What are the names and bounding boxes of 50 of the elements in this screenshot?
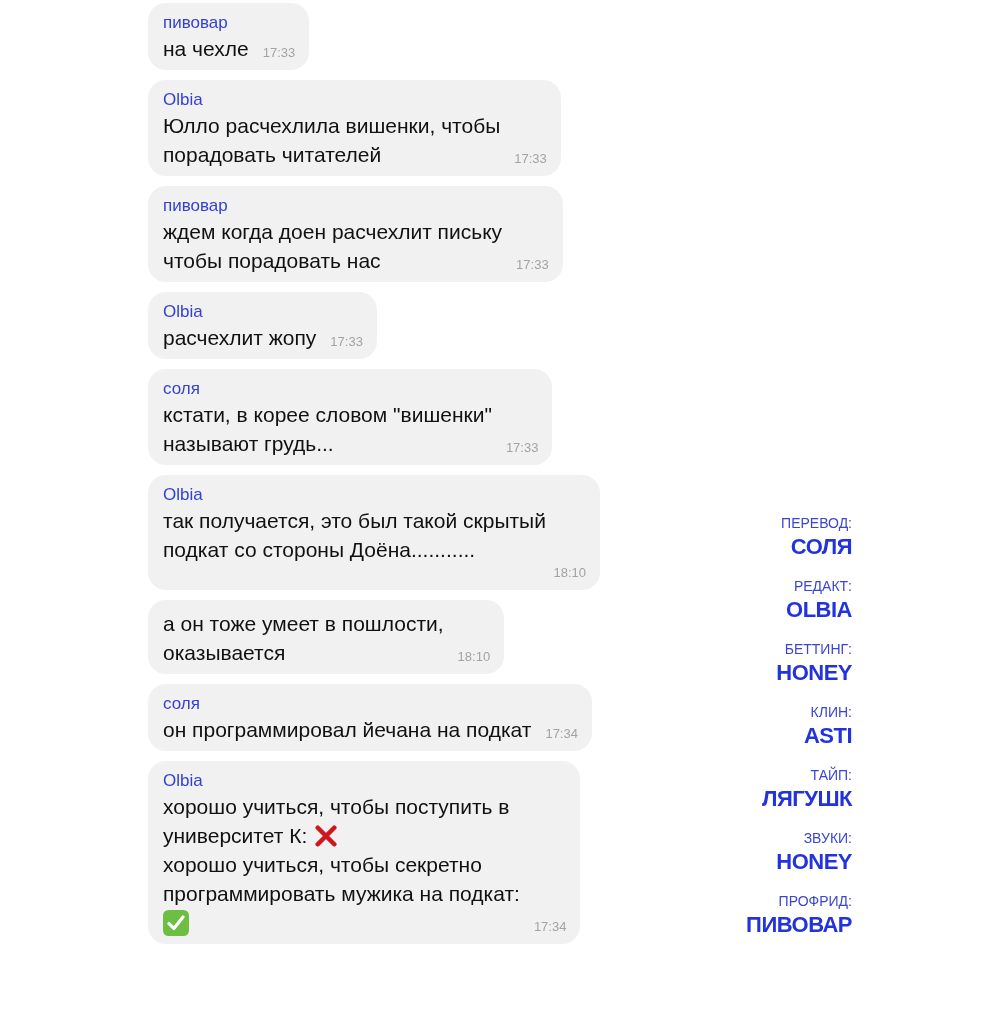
message-text: программировать мужика на подкат: xyxy=(163,881,520,907)
credit-role: КЛИН: xyxy=(810,703,852,722)
credit-role: ПРОФРИД: xyxy=(778,892,852,911)
message-time: 18:10 xyxy=(456,648,491,666)
sender-name: пивовар xyxy=(163,12,229,34)
message-text: а он тоже умеет в пошлости, xyxy=(163,611,444,637)
credit-name: ASTI xyxy=(803,722,852,750)
message-text: порадовать читателей xyxy=(163,142,382,168)
sender-name: соля xyxy=(163,693,201,715)
message-time: 18:10 xyxy=(552,564,586,582)
credit-name: OLBIA xyxy=(786,596,852,624)
credit-role: ПЕРЕВОД: xyxy=(781,514,852,533)
credit-role: ТАЙП: xyxy=(810,765,852,785)
message-time: 17:34 xyxy=(544,725,578,743)
sender-name: Olbia xyxy=(163,89,204,111)
message-text: называют грудь... xyxy=(163,431,334,457)
cross-icon xyxy=(315,824,338,847)
sender-name: пивовар xyxy=(163,195,229,217)
message-text: университет К: xyxy=(163,823,308,849)
message-time: 17:33 xyxy=(513,150,547,168)
message-text: так получается, это был такой скрытый xyxy=(163,508,546,534)
message-text: ждем когда доен расчехлит письку xyxy=(163,219,503,245)
message-text: подкат со стороны Доёна........... xyxy=(163,537,476,563)
message-text: хорошо учиться, чтобы секретно xyxy=(163,852,482,878)
credit-name: HONEY xyxy=(776,848,852,876)
message-text: Юлло расчехлила вишенки, чтобы xyxy=(163,113,501,139)
message-text: он программировал йечана на подкат xyxy=(163,717,532,743)
credit-role: БЕТТИНГ: xyxy=(784,640,852,659)
checkmark-icon xyxy=(163,909,189,936)
message-text: на чехле xyxy=(163,36,249,62)
credit-name: ПИВОВАР xyxy=(746,911,852,939)
message-text: расчехлит жопу xyxy=(163,325,317,351)
sender-name: Olbia xyxy=(163,770,204,792)
message-text: чтобы порадовать нас xyxy=(163,248,381,274)
credit-role: ЗВУКИ: xyxy=(803,829,852,848)
message-time: 17:33 xyxy=(329,333,363,351)
message-time: 17:33 xyxy=(515,256,549,274)
credit-name: ЛЯГУШК xyxy=(762,785,852,813)
message-text: оказывается xyxy=(163,640,286,666)
sender-name: Olbia xyxy=(163,301,204,323)
message-time: 17:33 xyxy=(504,439,539,457)
message-time: 17:34 xyxy=(532,918,567,936)
message-text: хорошо учиться, чтобы поступить в xyxy=(163,794,510,820)
credit-name: HONEY xyxy=(776,659,852,687)
message-time: 17:33 xyxy=(261,44,296,62)
message-text: кстати, в корее словом "вишенки" xyxy=(163,402,492,428)
sender-name: Olbia xyxy=(163,484,204,506)
sender-name: соля xyxy=(163,378,201,400)
credit-role: РЕДАКТ: xyxy=(793,577,852,596)
credit-name: СОЛЯ xyxy=(790,533,852,561)
